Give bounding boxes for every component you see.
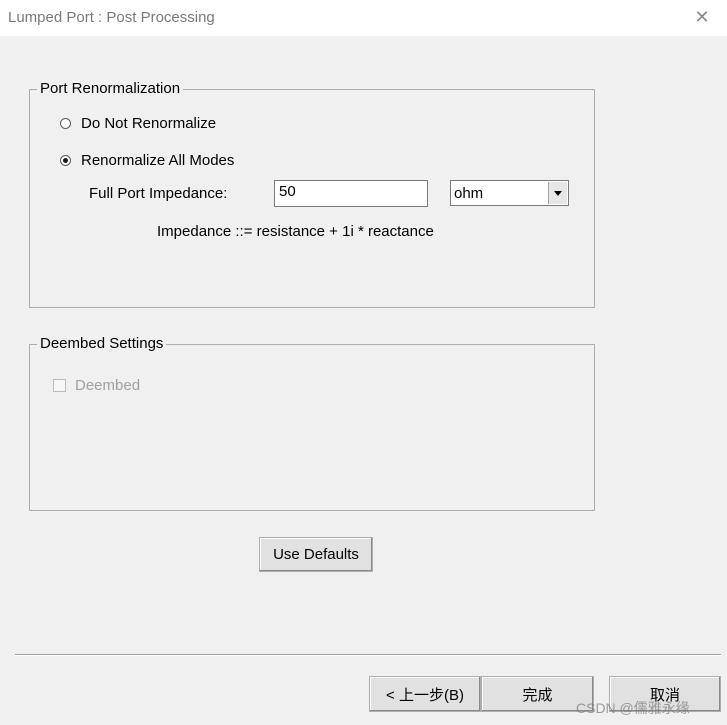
impedance-formula: Impedance ::= resistance + 1i * reactanc…: [157, 223, 434, 240]
radio-do-not-renormalize[interactable]: Do Not Renormalize: [60, 115, 216, 132]
radio-renormalize-all-modes-label: Renormalize All Modes: [81, 152, 235, 169]
port-renormalization-label: Port Renormalization: [37, 80, 184, 97]
impedance-input-value: 50: [279, 183, 296, 200]
use-defaults-button[interactable]: Use Defaults: [259, 537, 373, 572]
deembed-checkbox-row[interactable]: Deembed: [53, 377, 140, 394]
unit-select[interactable]: ohm: [450, 180, 569, 206]
footer-separator: [15, 654, 721, 656]
full-port-impedance-label: Full Port Impedance:: [89, 185, 228, 202]
close-icon[interactable]: ✕: [690, 6, 714, 28]
radio-do-not-renormalize-label: Do Not Renormalize: [81, 115, 217, 132]
chevron-down-icon[interactable]: [548, 182, 567, 204]
title-bar: Lumped Port : Post Processing ✕: [0, 0, 727, 36]
radio-button-selected-icon[interactable]: [60, 155, 71, 166]
back-button-label: < 上一步(B): [386, 686, 464, 704]
use-defaults-button-label: Use Defaults: [273, 546, 359, 563]
watermark-text: CSDN @儒雅永缘: [576, 700, 690, 716]
deembed-checkbox-label: Deembed: [75, 377, 141, 394]
radio-button-icon[interactable]: [60, 118, 71, 129]
back-button[interactable]: < 上一步(B): [369, 676, 481, 712]
radio-renormalize-all-modes[interactable]: Renormalize All Modes: [60, 152, 234, 169]
impedance-input[interactable]: 50: [274, 180, 428, 207]
finish-button-label: 完成: [522, 686, 553, 704]
unit-select-value: ohm: [454, 185, 484, 202]
deembed-settings-group: [29, 344, 595, 511]
deembed-settings-label: Deembed Settings: [37, 335, 167, 352]
checkbox-icon[interactable]: [53, 379, 66, 392]
window-title: Lumped Port : Post Processing: [8, 9, 215, 26]
